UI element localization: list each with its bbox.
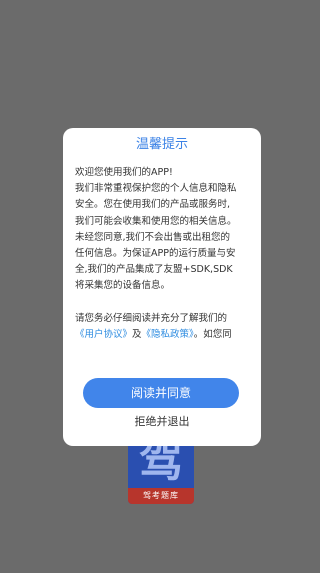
body-line: 全,我们的产品集成了友盟+SDK,SDK bbox=[75, 264, 233, 276]
user-agreement-link[interactable]: 《用户协议》 bbox=[75, 329, 132, 340]
policy-links-line: 《用户协议》及《隐私政策》。如您同 bbox=[75, 327, 251, 343]
body-line: 未经您同意,我们不会出售或出租您的 bbox=[75, 231, 231, 243]
body-line: 安全。您在使用我们的产品或服务时, bbox=[75, 199, 231, 211]
read-notice-line: 请您务必仔细阅读并充分了解我们的 bbox=[75, 312, 228, 324]
privacy-policy-link[interactable]: 《隐私政策》 bbox=[142, 329, 194, 340]
body-line: 欢迎您使用我们的APP! bbox=[75, 167, 173, 178]
tail-text: 。如您同 bbox=[193, 328, 232, 340]
body-line: 我们非常重视保护您的个人信息和隐私 bbox=[75, 183, 237, 195]
app-logo: 驾 驾考题库 bbox=[128, 436, 194, 504]
dialog-title: 温馨提示 bbox=[135, 137, 188, 152]
body-line: 我们可能会收集和使用您的相关信息。 bbox=[75, 215, 237, 227]
agree-button[interactable]: 阅读并同意 bbox=[83, 378, 239, 408]
reject-exit-button[interactable]: 拒绝并退出 bbox=[63, 414, 261, 430]
body-line: 任何信息。为保证APP的运行质量与安 bbox=[75, 248, 236, 260]
app-logo-caption: 驾考题库 bbox=[128, 488, 194, 504]
dialog-body: 欢迎您使用我们的APP! 我们非常重视保护您的个人信息和隐私 安全。您在使用我们… bbox=[75, 165, 251, 343]
privacy-dialog: 温馨提示 欢迎您使用我们的APP! 我们非常重视保护您的个人信息和隐私 安全。您… bbox=[63, 128, 261, 446]
and-text: 及 bbox=[132, 328, 142, 340]
body-line: 将采集您的设备信息。 bbox=[75, 280, 171, 292]
